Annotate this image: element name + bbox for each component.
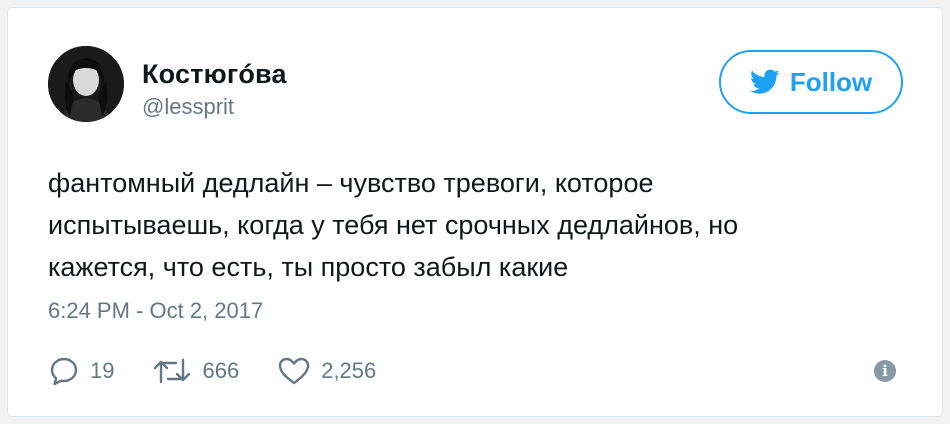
avatar[interactable] (48, 46, 124, 122)
reply-action[interactable]: 19 (48, 355, 114, 387)
tweet-text: фантомный дедлайн – чувство тревоги, кот… (48, 162, 908, 288)
heart-icon (279, 357, 310, 385)
display-name[interactable]: Костюгóва (142, 59, 287, 90)
twitter-bird-icon (749, 69, 780, 94)
tweet-timestamp[interactable]: 6:24 PM - Oct 2, 2017 (48, 298, 263, 324)
retweet-count: 666 (202, 358, 240, 383)
retweet-icon (154, 358, 191, 384)
reply-count: 19 (90, 358, 115, 383)
tweet-line: кажется, что есть, ты просто забыл какие (48, 252, 569, 282)
like-action[interactable]: 2,256 (277, 356, 376, 386)
follow-button[interactable]: Follow (719, 50, 903, 114)
tweet-line: испытываешь, когда у тебя нет срочных де… (48, 210, 739, 240)
tweet-actions: 19 666 2,256 (48, 354, 414, 388)
tweet-line: фантомный дедлайн – чувство тревоги, кот… (48, 168, 654, 198)
info-icon[interactable]: i (874, 360, 896, 382)
retweet-action[interactable]: 666 (152, 356, 239, 386)
like-count: 2,256 (321, 358, 377, 383)
user-handle[interactable]: @lessprit (142, 94, 234, 120)
follow-button-label: Follow (789, 66, 873, 97)
tweet-card: Костюгóва @lessprit Follow фантомный дед… (7, 7, 943, 417)
reply-icon (50, 357, 78, 386)
